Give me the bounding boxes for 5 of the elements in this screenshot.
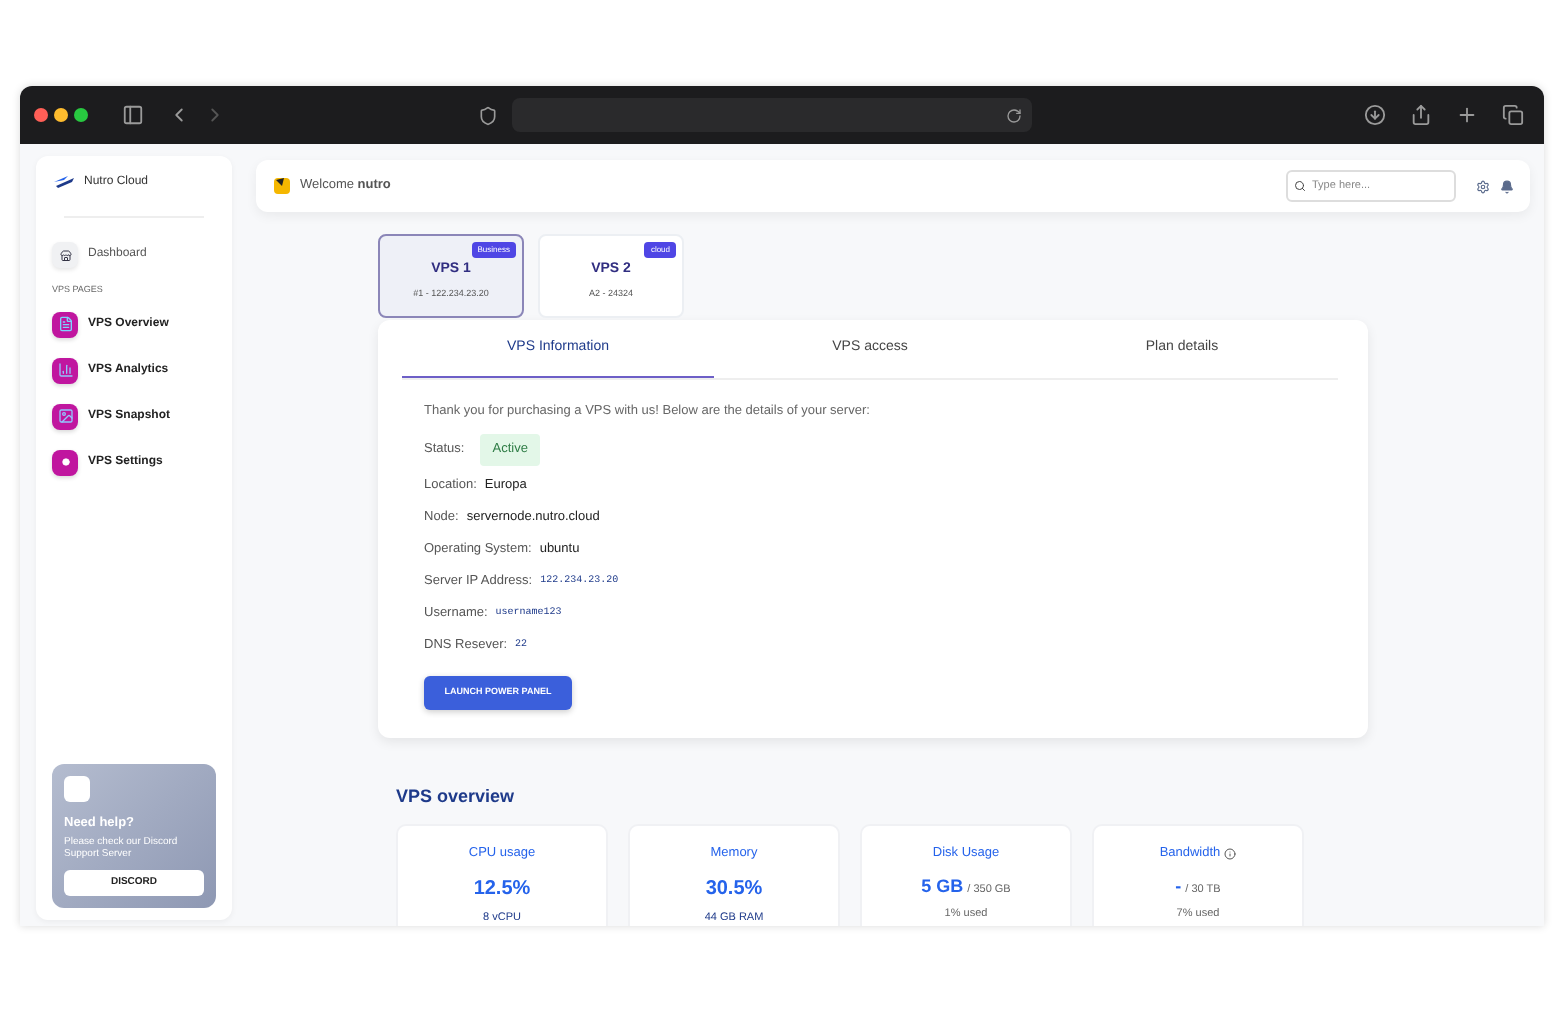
stat-value: 5 GB [921, 873, 964, 900]
stat-value: 12.5% [473, 875, 531, 904]
stat-value: 30.5% [705, 875, 763, 904]
section-title: VPS overview [396, 783, 517, 809]
stat-value: - [1175, 873, 1182, 900]
